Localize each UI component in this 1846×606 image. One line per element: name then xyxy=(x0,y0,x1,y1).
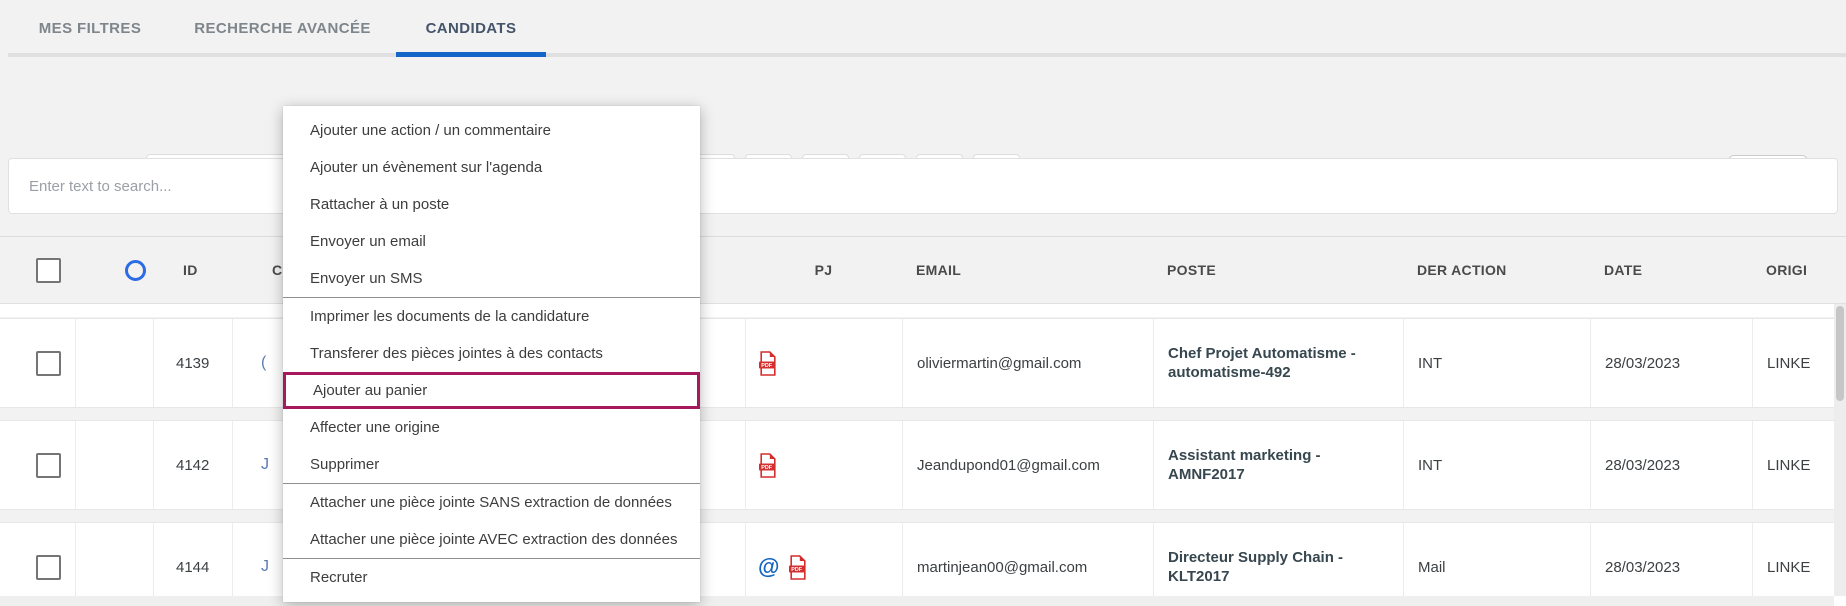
row-origine: LINKE xyxy=(1752,319,1846,407)
row-status-cell xyxy=(75,523,153,606)
row-date: 28/03/2023 xyxy=(1590,319,1752,407)
row-origine: LINKE xyxy=(1752,421,1846,509)
column-header-pj[interactable]: PJ xyxy=(745,237,902,303)
row-der-action: Mail xyxy=(1403,523,1590,606)
row-id: 4139 xyxy=(153,319,232,407)
svg-text:PDF: PDF xyxy=(761,465,772,471)
row-id: 4142 xyxy=(153,421,232,509)
row-context-menu: Ajouter une action / un commentaire Ajou… xyxy=(283,106,700,602)
row-email: martinjean00@gmail.com xyxy=(902,523,1153,606)
tab-mes-filtres[interactable]: MES FILTRES xyxy=(20,0,160,57)
row-pj-cell: @ PDF xyxy=(745,523,902,606)
menu-item-send-sms[interactable]: Envoyer un SMS xyxy=(283,260,700,297)
column-header-date[interactable]: DATE xyxy=(1590,237,1752,303)
menu-item-delete[interactable]: Supprimer xyxy=(283,446,700,483)
candidat-link[interactable]: J xyxy=(261,558,269,576)
menu-item-attach-with-extraction[interactable]: Attacher une pièce jointe AVEC extractio… xyxy=(283,521,700,558)
row-checkbox[interactable] xyxy=(36,555,61,580)
row-der-action: INT xyxy=(1403,421,1590,509)
candidat-link[interactable]: J xyxy=(261,456,269,474)
select-all-cell xyxy=(0,237,75,303)
row-date: 28/03/2023 xyxy=(1590,523,1752,606)
row-poste: Assistant marketing - AMNF2017 xyxy=(1153,421,1403,509)
pdf-icon[interactable]: PDF xyxy=(758,453,778,478)
menu-item-attach-to-job[interactable]: Rattacher à un poste xyxy=(283,186,700,223)
tab-label: RECHERCHE AVANCÉE xyxy=(194,20,371,37)
row-checkbox[interactable] xyxy=(36,351,61,376)
horizontal-scrollbar[interactable] xyxy=(0,596,1834,606)
active-tab-underline xyxy=(396,52,546,57)
tab-label: MES FILTRES xyxy=(39,20,141,37)
vertical-scrollbar-thumb[interactable] xyxy=(1836,306,1844,401)
row-poste: Directeur Supply Chain - KLT2017 xyxy=(1153,523,1403,606)
status-header-cell xyxy=(75,237,153,303)
candidat-link[interactable]: ( xyxy=(261,354,266,372)
table-row[interactable]: 4144 J @ PDF martinjean00@gmail.com Dire… xyxy=(0,522,1846,606)
vertical-scrollbar[interactable] xyxy=(1834,304,1846,596)
row-pj-cell: PDF xyxy=(745,319,902,407)
menu-item-transfer-attachments[interactable]: Transferer des pièces jointes à des cont… xyxy=(283,335,700,372)
toolbar: Vignette Pastille ✗ ? ▶ AJOUTER xyxy=(0,70,1846,132)
menu-item-attach-without-extraction[interactable]: Attacher une pièce jointe SANS extractio… xyxy=(283,484,700,521)
row-checkbox[interactable] xyxy=(36,453,61,478)
row-id: 4144 xyxy=(153,523,232,606)
row-der-action: INT xyxy=(1403,319,1590,407)
column-header-origine[interactable]: ORIGI xyxy=(1752,237,1846,303)
tab-candidats[interactable]: CANDIDATS xyxy=(396,0,546,57)
candidates-page: MES FILTRES RECHERCHE AVANCÉE CANDIDATS … xyxy=(0,0,1846,606)
table-row[interactable]: 4142 J PDF Jeandupond01@gmail.com Assist… xyxy=(0,420,1846,510)
column-header-poste[interactable]: POSTE xyxy=(1153,237,1403,303)
row-origine: LINKE xyxy=(1752,523,1846,606)
column-header-email[interactable]: EMAIL xyxy=(902,237,1153,303)
row-select-cell xyxy=(0,319,75,407)
at-icon[interactable]: @ xyxy=(758,554,779,580)
row-select-cell xyxy=(0,523,75,606)
menu-item-add-action[interactable]: Ajouter une action / un commentaire xyxy=(283,112,700,149)
menu-item-add-agenda-event[interactable]: Ajouter un évènement sur l'agenda xyxy=(283,149,700,186)
menu-item-add-to-basket[interactable]: Ajouter au panier xyxy=(283,372,700,409)
select-all-checkbox[interactable] xyxy=(36,258,61,283)
svg-text:PDF: PDF xyxy=(792,567,803,573)
status-ring-icon xyxy=(125,260,146,281)
row-select-cell xyxy=(0,421,75,509)
pdf-icon[interactable]: PDF xyxy=(788,555,808,580)
menu-item-print-documents[interactable]: Imprimer les documents de la candidature xyxy=(283,298,700,335)
menu-item-assign-origin[interactable]: Affecter une origine xyxy=(283,409,700,446)
menu-item-send-email[interactable]: Envoyer un email xyxy=(283,223,700,260)
row-status-cell xyxy=(75,319,153,407)
table-row[interactable]: 4139 ( PDF oliviermartin@gmail.com Chef … xyxy=(0,318,1846,408)
row-pj-cell: PDF xyxy=(745,421,902,509)
menu-item-recruit[interactable]: Recruter xyxy=(283,559,700,596)
column-header-id[interactable]: ID xyxy=(153,237,232,303)
row-date: 28/03/2023 xyxy=(1590,421,1752,509)
tab-label: CANDIDATS xyxy=(426,20,517,37)
row-email: Jeandupond01@gmail.com xyxy=(902,421,1153,509)
row-status-cell xyxy=(75,421,153,509)
row-email: oliviermartin@gmail.com xyxy=(902,319,1153,407)
pdf-icon[interactable]: PDF xyxy=(758,351,778,376)
table-filter-strip xyxy=(0,304,1834,317)
column-header-der-action[interactable]: DER ACTION xyxy=(1403,237,1590,303)
svg-text:PDF: PDF xyxy=(761,363,772,369)
table-header: ID C PJ EMAIL POSTE DER ACTION DATE ORIG… xyxy=(0,236,1846,304)
row-poste: Chef Projet Automatisme - automatisme-49… xyxy=(1153,319,1403,407)
tab-recherche-avancee[interactable]: RECHERCHE AVANCÉE xyxy=(180,0,385,57)
tab-bar: MES FILTRES RECHERCHE AVANCÉE CANDIDATS xyxy=(0,0,1846,57)
